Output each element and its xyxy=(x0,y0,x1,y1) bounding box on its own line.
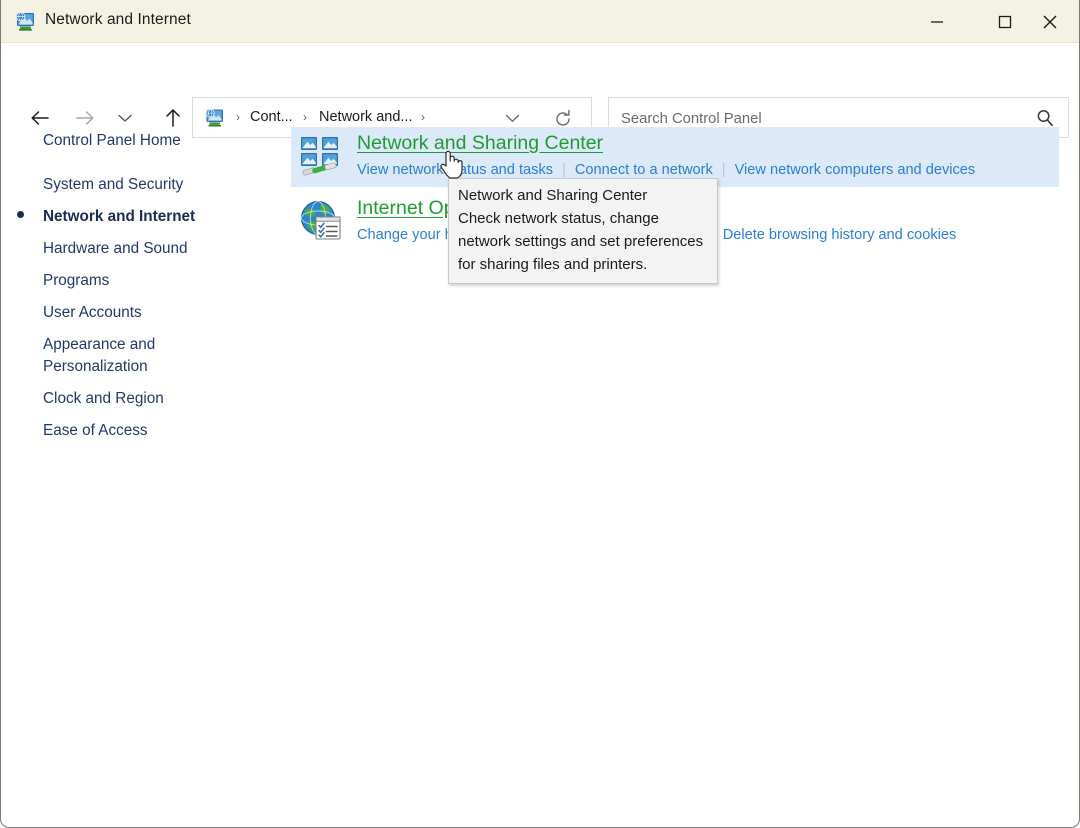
sidebar-item-appearance-and[interactable]: Appearance and xyxy=(43,334,155,355)
network-globe-monitor-icon xyxy=(14,10,36,32)
content-area: Network and Sharing Center View network … xyxy=(291,0,1080,828)
link-separator: | xyxy=(713,162,735,178)
link-view-network-status-and-tasks[interactable]: View network status and tasks xyxy=(357,162,553,178)
link-view-network-computers-and-devices[interactable]: View network computers and devices xyxy=(735,162,976,178)
sidebar-item-personalization[interactable]: Personalization xyxy=(43,356,148,377)
tooltip: Network and Sharing Center Check network… xyxy=(448,178,718,284)
sidebar-item-programs[interactable]: Programs xyxy=(43,270,109,291)
tooltip-line-3: for sharing files and printers. xyxy=(458,253,708,276)
category-title-network-and-sharing-center[interactable]: Network and Sharing Center xyxy=(357,132,603,155)
sidebar-item-system-and-security[interactable]: System and Security xyxy=(43,174,183,195)
sidebar-navigation: Control Panel Home System and Security Net… xyxy=(1,120,291,480)
link-delete-browsing-history-and-cookies[interactable]: Delete browsing history and cookies xyxy=(723,227,957,243)
link-separator: | xyxy=(553,162,575,178)
link-connect-to-a-network[interactable]: Connect to a network xyxy=(575,162,713,178)
network-computers-icon xyxy=(298,134,344,180)
tooltip-line-1: Check network status, change xyxy=(458,207,708,230)
tooltip-line-2: network settings and set preferences xyxy=(458,230,708,253)
sidebar-item-clock-and-region[interactable]: Clock and Region xyxy=(43,388,164,409)
internet-options-globe-icon xyxy=(298,198,344,244)
window-title: Network and Internet xyxy=(45,11,191,29)
control-panel-window: Network and Internet xyxy=(0,0,1080,828)
sidebar-item-user-accounts[interactable]: User Accounts xyxy=(43,302,142,323)
sidebar-item-hardware-and-sound[interactable]: Hardware and Sound xyxy=(43,238,188,259)
sidebar-item-control-panel-home[interactable]: Control Panel Home xyxy=(43,130,181,151)
sidebar-item-ease-of-access[interactable]: Ease of Access xyxy=(43,420,148,441)
sidebar-item-network-and-internet[interactable]: Network and Internet xyxy=(43,206,195,227)
category-links-network: View network status and tasks|Connect to… xyxy=(357,162,975,178)
tooltip-title: Network and Sharing Center xyxy=(458,184,708,207)
sidebar-selected-bullet xyxy=(17,211,24,218)
